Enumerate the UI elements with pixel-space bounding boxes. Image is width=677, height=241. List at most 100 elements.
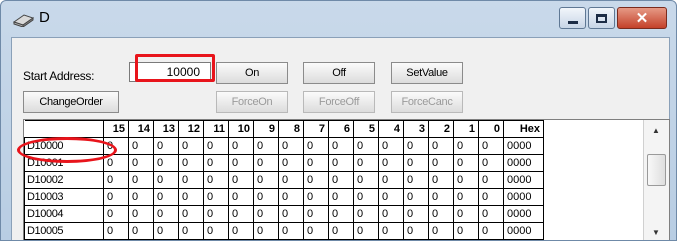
bit-cell[interactable]: 0 (378, 205, 404, 223)
hex-value-cell[interactable]: 0000 (503, 137, 544, 155)
bit-cell[interactable]: 0 (253, 205, 279, 223)
on-button[interactable]: On (216, 62, 288, 84)
hex-value-cell[interactable]: 0000 (503, 171, 544, 189)
bit-cell[interactable]: 0 (403, 205, 429, 223)
bit-cell[interactable]: 0 (403, 154, 429, 172)
bit-cell[interactable]: 0 (353, 171, 379, 189)
bit-cell[interactable]: 0 (328, 188, 354, 206)
bit-cell[interactable]: 0 (128, 154, 154, 172)
bit-cell[interactable]: 0 (453, 137, 479, 155)
bit-cell[interactable]: 0 (178, 222, 204, 240)
title-bar[interactable]: D ✕ (1, 1, 676, 37)
hex-value-cell[interactable]: 0000 (503, 205, 544, 223)
bit-cell[interactable]: 0 (403, 171, 429, 189)
vertical-scrollbar[interactable]: ▲ ▼ (643, 120, 669, 240)
bit-cell[interactable]: 0 (353, 137, 379, 155)
bit-cell[interactable]: 0 (378, 154, 404, 172)
bit-cell[interactable]: 0 (428, 154, 454, 172)
bit-cell[interactable]: 0 (303, 205, 329, 223)
table-row[interactable]: D10004 0 0 0 0 0 0 0 0 0 0 0 0 0 0 0 0 0000 (24, 205, 544, 223)
bit-cell[interactable]: 0 (103, 222, 129, 240)
bit-cell[interactable]: 0 (378, 188, 404, 206)
bit-cell[interactable]: 0 (303, 137, 329, 155)
bit-cell[interactable]: 0 (228, 171, 254, 189)
bit-cell[interactable]: 0 (303, 188, 329, 206)
bit-cell[interactable]: 0 (303, 222, 329, 240)
bit-cell[interactable]: 0 (153, 188, 179, 206)
hex-value-cell[interactable]: 0000 (503, 188, 544, 206)
bit-cell[interactable]: 0 (153, 171, 179, 189)
device-grid[interactable]: 15 14 13 12 11 10 9 8 7 6 5 4 3 2 1 0 Hex D10000 0 0 0 0 0 0 0 0… (23, 119, 670, 240)
bit-cell[interactable]: 0 (203, 171, 229, 189)
bit-cell[interactable]: 0 (228, 222, 254, 240)
bit-cell[interactable]: 0 (278, 222, 304, 240)
scroll-thumb[interactable] (647, 154, 666, 186)
bit-cell[interactable]: 0 (328, 205, 354, 223)
bit-cell[interactable]: 0 (253, 137, 279, 155)
bit-cell[interactable]: 0 (203, 222, 229, 240)
bit-cell[interactable]: 0 (428, 137, 454, 155)
bit-cell[interactable]: 0 (378, 171, 404, 189)
bit-cell[interactable]: 0 (203, 154, 229, 172)
bit-cell[interactable]: 0 (253, 188, 279, 206)
bit-cell[interactable]: 0 (303, 154, 329, 172)
close-button[interactable]: ✕ (617, 7, 667, 29)
bit-cell[interactable]: 0 (228, 137, 254, 155)
bit-cell[interactable]: 0 (378, 137, 404, 155)
bit-cell[interactable]: 0 (278, 171, 304, 189)
bit-cell[interactable]: 0 (478, 154, 504, 172)
table-row[interactable]: D10005 0 0 0 0 0 0 0 0 0 0 0 0 0 0 0 0 0000 (24, 222, 544, 240)
bit-cell[interactable]: 0 (278, 205, 304, 223)
bit-cell[interactable]: 0 (203, 205, 229, 223)
bit-cell[interactable]: 0 (178, 205, 204, 223)
bit-cell[interactable]: 0 (178, 154, 204, 172)
bit-cell[interactable]: 0 (178, 188, 204, 206)
bit-cell[interactable]: 0 (328, 137, 354, 155)
scroll-down-icon[interactable]: ▼ (652, 228, 660, 237)
bit-cell[interactable]: 0 (403, 137, 429, 155)
bit-cell[interactable]: 0 (378, 222, 404, 240)
bit-cell[interactable]: 0 (453, 188, 479, 206)
bit-cell[interactable]: 0 (428, 222, 454, 240)
bit-cell[interactable]: 0 (178, 137, 204, 155)
bit-cell[interactable]: 0 (453, 222, 479, 240)
maximize-button[interactable] (588, 7, 615, 29)
bit-cell[interactable]: 0 (328, 154, 354, 172)
bit-cell[interactable]: 0 (303, 171, 329, 189)
hex-value-cell[interactable]: 0000 (503, 222, 544, 240)
bit-cell[interactable]: 0 (253, 171, 279, 189)
bit-cell[interactable]: 0 (128, 222, 154, 240)
off-button[interactable]: Off (303, 62, 375, 84)
bit-cell[interactable]: 0 (278, 137, 304, 155)
bit-cell[interactable]: 0 (278, 188, 304, 206)
change-order-button[interactable]: ChangeOrder (23, 91, 119, 113)
bit-cell[interactable]: 0 (253, 154, 279, 172)
bit-cell[interactable]: 0 (328, 222, 354, 240)
bit-cell[interactable]: 0 (103, 188, 129, 206)
bit-cell[interactable]: 0 (178, 171, 204, 189)
hex-value-cell[interactable]: 0000 (503, 154, 544, 172)
bit-cell[interactable]: 0 (453, 205, 479, 223)
table-row[interactable]: D10003 0 0 0 0 0 0 0 0 0 0 0 0 0 0 0 0 0000 (24, 188, 544, 206)
bit-cell[interactable]: 0 (278, 154, 304, 172)
bit-cell[interactable]: 0 (428, 205, 454, 223)
bit-cell[interactable]: 0 (353, 222, 379, 240)
bit-cell[interactable]: 0 (153, 222, 179, 240)
bit-cell[interactable]: 0 (128, 137, 154, 155)
bit-cell[interactable]: 0 (353, 205, 379, 223)
bit-cell[interactable]: 0 (228, 154, 254, 172)
minimize-button[interactable] (559, 7, 586, 29)
bit-cell[interactable]: 0 (228, 188, 254, 206)
bit-cell[interactable]: 0 (478, 222, 504, 240)
table-row[interactable]: D10002 0 0 0 0 0 0 0 0 0 0 0 0 0 0 0 0 0000 (24, 171, 544, 189)
bit-cell[interactable]: 0 (478, 137, 504, 155)
force-cancel-button[interactable]: ForceCanc (391, 91, 463, 113)
bit-cell[interactable]: 0 (253, 222, 279, 240)
bit-cell[interactable]: 0 (103, 171, 129, 189)
bit-cell[interactable]: 0 (228, 205, 254, 223)
bit-cell[interactable]: 0 (103, 205, 129, 223)
force-on-button[interactable]: ForceOn (216, 91, 288, 113)
bit-cell[interactable]: 0 (353, 188, 379, 206)
bit-cell[interactable]: 0 (153, 205, 179, 223)
bit-cell[interactable]: 0 (203, 137, 229, 155)
